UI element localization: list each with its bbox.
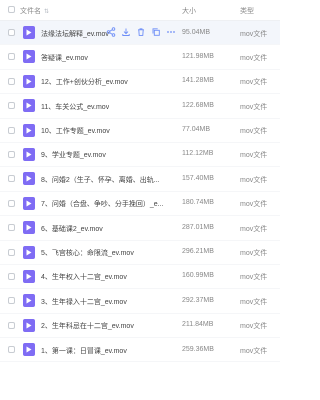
row-checkbox[interactable] [8, 321, 15, 329]
file-row[interactable]: 1、第一课：日冒课_ev.mov 259.36MB mov文件 [0, 338, 280, 363]
file-name[interactable]: 法缘法坛解释_ev.mov [41, 29, 109, 39]
video-file-icon [23, 196, 35, 210]
file-row[interactable]: 法缘法坛解释_ev.mov 95.04MB mov文件 [0, 21, 280, 46]
file-row[interactable]: 11、车关公式_ev.mov 122.68MB mov文件 [0, 94, 280, 119]
row-checkbox[interactable] [8, 272, 15, 280]
video-file-icon [23, 123, 35, 137]
file-type: mov文件 [240, 176, 268, 184]
file-size: 259.36MB [182, 345, 214, 353]
file-name[interactable]: 10、工作专题_ev.mov [41, 126, 110, 136]
file-name[interactable]: 1、第一课：日冒课_ev.mov [41, 346, 127, 356]
file-type: mov文件 [240, 347, 268, 355]
file-name[interactable]: 11、车关公式_ev.mov [41, 102, 109, 112]
file-type: mov文件 [240, 152, 268, 160]
column-type[interactable]: 类型 [240, 6, 254, 16]
file-name[interactable]: 4、生年权入十二宫_ev.mov [41, 272, 127, 282]
file-name[interactable]: 2、生年科忌在十二宫_ev.mov [41, 321, 134, 331]
file-list: 法缘法坛解释_ev.mov 95.04MB mov文件 答疑课_ev.mov 121.9… [0, 21, 280, 363]
file-type: mov文件 [240, 298, 268, 306]
file-row[interactable]: 5、飞宫核心：命限流_ev.mov 296.21MB mov文件 [0, 241, 280, 265]
column-name[interactable]: 文件名 ⇅ [20, 6, 49, 16]
column-name-label: 文件名 [20, 8, 41, 15]
file-size: 180.74MB [182, 199, 214, 207]
row-checkbox[interactable] [8, 224, 15, 232]
file-name[interactable]: 6、基础课2_ev.mov [41, 224, 103, 234]
row-checkbox[interactable] [8, 150, 15, 158]
file-size: 160.99MB [182, 272, 214, 280]
video-file-icon [23, 343, 35, 357]
row-checkbox[interactable] [8, 248, 15, 256]
file-name[interactable]: 8、问婚2（生子、怀孕、离婚、出轨... [41, 175, 160, 185]
video-file-icon [23, 269, 35, 283]
file-size: 112.12MB [182, 150, 214, 158]
file-name[interactable]: 9、学业专题_ev.mov [41, 150, 106, 160]
file-row[interactable]: 答疑课_ev.mov 121.98MB mov文件 [0, 45, 280, 70]
file-name[interactable]: 7、问婚（合盘、争吵、分手挽回）_e... [41, 199, 164, 209]
file-name[interactable]: 12、工作+创伙分析_ev.mov [41, 77, 128, 87]
video-file-icon [23, 147, 35, 161]
file-row[interactable]: 12、工作+创伙分析_ev.mov 141.28MB mov文件 [0, 70, 280, 95]
file-row[interactable]: 10、工作专题_ev.mov 77.04MB mov文件 [0, 119, 280, 143]
video-file-icon [23, 245, 35, 259]
file-row[interactable]: 4、生年权入十二宫_ev.mov 160.99MB mov文件 [0, 265, 280, 290]
video-file-icon [23, 50, 35, 64]
more-icon[interactable] [166, 27, 176, 37]
file-size: 95.04MB [182, 28, 211, 36]
file-row[interactable]: 3、生年禄入十二宫_ev.mov 292.37MB mov文件 [0, 289, 280, 314]
row-checkbox[interactable] [8, 102, 15, 110]
row-checkbox[interactable] [8, 77, 15, 85]
row-checkbox[interactable] [8, 29, 15, 36]
download-icon[interactable] [121, 27, 131, 37]
file-type: mov文件 [240, 54, 268, 62]
file-size: 77.04MB [182, 126, 211, 134]
file-type: mov文件 [240, 250, 268, 258]
file-name[interactable]: 答疑课_ev.mov [41, 53, 88, 63]
file-size: 292.37MB [182, 296, 214, 304]
file-type: mov文件 [240, 323, 268, 331]
row-checkbox[interactable] [8, 126, 15, 134]
video-file-icon [23, 221, 35, 235]
row-checkbox[interactable] [8, 175, 15, 183]
file-size: 122.68MB [182, 101, 214, 109]
file-size: 141.28MB [182, 77, 214, 85]
row-checkbox[interactable] [8, 346, 15, 354]
row-checkbox[interactable] [8, 53, 15, 61]
share-icon[interactable] [106, 27, 116, 37]
file-size: 296.21MB [182, 248, 214, 256]
file-size: 287.01MB [182, 223, 214, 231]
file-type: mov文件 [240, 103, 268, 111]
file-type: mov文件 [240, 79, 268, 87]
video-file-icon [23, 318, 35, 332]
file-name[interactable]: 5、飞宫核心：命限流_ev.mov [41, 248, 134, 258]
file-type: mov文件 [240, 274, 268, 282]
video-file-icon [23, 294, 35, 308]
video-file-icon [23, 99, 35, 113]
video-file-icon [23, 26, 35, 39]
file-type: mov文件 [240, 128, 268, 136]
video-file-icon [23, 74, 35, 88]
row-checkbox[interactable] [8, 297, 15, 305]
video-file-icon [23, 172, 35, 186]
file-type: mov文件 [240, 225, 268, 233]
file-row[interactable]: 6、基础课2_ev.mov 287.01MB mov文件 [0, 216, 280, 241]
row-checkbox[interactable] [8, 199, 15, 207]
file-row[interactable]: 8、问婚2（生子、怀孕、离婚、出轨... 157.40MB mov文件 [0, 167, 280, 192]
file-row[interactable]: 2、生年科忌在十二宫_ev.mov 211.84MB mov文件 [0, 314, 280, 339]
select-all-checkbox[interactable] [8, 6, 15, 13]
file-size: 157.40MB [182, 174, 214, 182]
delete-icon[interactable] [136, 27, 146, 37]
column-size[interactable]: 大小 [182, 6, 196, 16]
file-type: mov文件 [240, 201, 268, 209]
file-size: 121.98MB [182, 52, 214, 60]
copy-icon[interactable] [151, 27, 161, 37]
file-list-header: 文件名 ⇅ 大小 类型 [0, 0, 280, 21]
file-type: mov文件 [240, 30, 268, 38]
sort-icon[interactable]: ⇅ [44, 8, 49, 15]
file-size: 211.84MB [182, 321, 214, 329]
file-row[interactable]: 9、学业专题_ev.mov 112.12MB mov文件 [0, 143, 280, 168]
file-name[interactable]: 3、生年禄入十二宫_ev.mov [41, 297, 127, 307]
row-actions [106, 27, 176, 37]
file-row[interactable]: 7、问婚（合盘、争吵、分手挽回）_e... 180.74MB mov文件 [0, 192, 280, 217]
